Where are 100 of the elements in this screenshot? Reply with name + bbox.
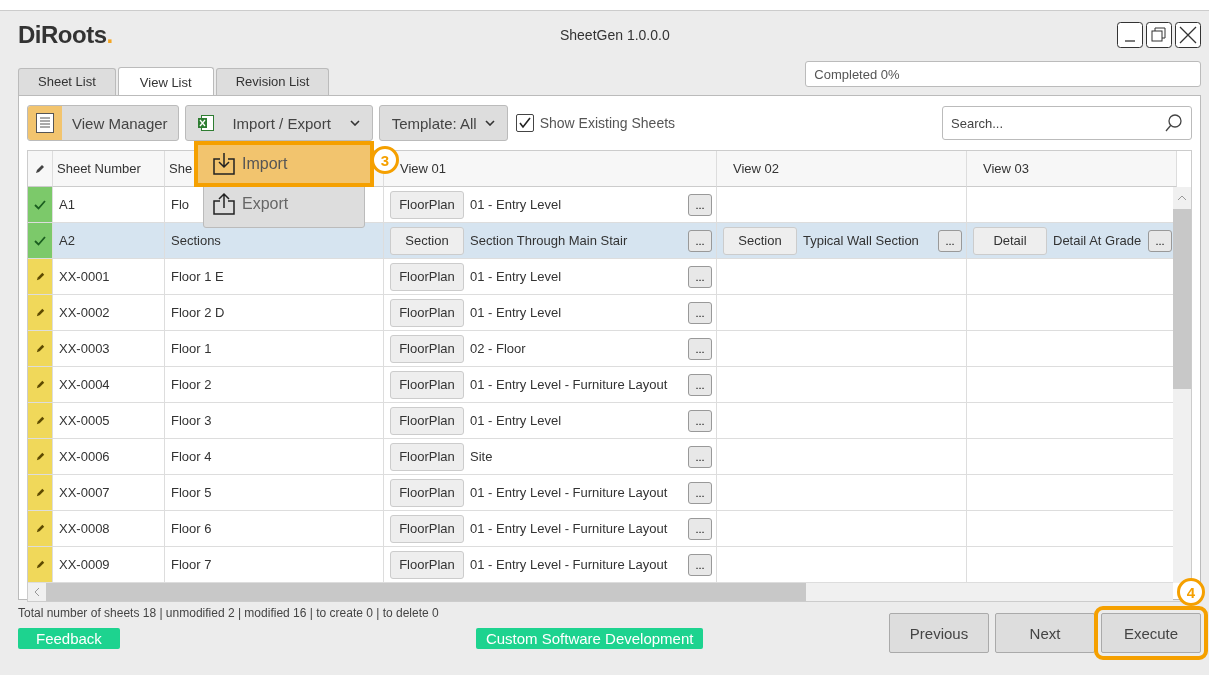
import-export-dropdown[interactable]: Import / Export [184,105,373,141]
search-field[interactable]: Search... [942,106,1192,140]
view-type-button[interactable]: Detail [973,226,1047,255]
view-type-button[interactable]: FloorPlan [390,406,464,435]
browse-button[interactable]: ... [1148,229,1172,252]
nav-button[interactable]: Next [995,613,1095,653]
pencil-icon [34,271,46,282]
browse-button[interactable]: ... [688,373,712,396]
window-title: SheetGen 1.0.0.0 [559,27,670,43]
browse-button[interactable]: ... [688,337,712,360]
view-type-button[interactable]: Section [390,226,464,255]
view-name: 01 - Entry Level - Furniture Layout [470,485,669,500]
column-header[interactable]: View 03 [967,151,1177,187]
view-type-button[interactable]: FloorPlan [390,478,464,507]
table-cell: Floor 1 E [165,259,384,295]
table-cell: Floor 5 [165,475,384,511]
view-name: Site [470,449,494,464]
table-cell: XX-0003 [53,331,165,367]
close-icon[interactable] [1175,22,1201,48]
pencil-icon [34,415,46,426]
view-name: Section Through Main Stair [470,233,629,248]
checkmark-icon [34,199,46,210]
table-cell: Floor 2 D [165,295,384,331]
pencil-icon [34,451,46,462]
spreadsheet-icon [197,115,214,131]
scroll-thumb[interactable] [46,583,806,601]
tab[interactable]: Revision List [215,68,330,95]
column-header[interactable]: View 02 [717,151,967,187]
browse-button[interactable]: ... [688,553,712,576]
view-name: 01 - Entry Level - Furniture Layout [470,377,669,392]
pencil-icon [34,559,46,570]
view-type-button[interactable]: FloorPlan [390,262,464,291]
table-cell: Floor 1 [165,331,384,367]
view-name: 01 - Entry Level - Furniture Layout [470,557,669,572]
browse-button[interactable]: ... [688,229,712,252]
checkbox-label: Show Existing Sheets [539,115,676,131]
menu-item[interactable]: Export [204,187,364,221]
pencil-icon [34,307,46,318]
view-manager-button[interactable]: View Manager [27,105,179,141]
pencil-icon [34,487,46,498]
table-cell: XX-0001 [53,259,165,295]
view-type-button[interactable]: FloorPlan [390,334,464,363]
table-cell: XX-0002 [53,295,165,331]
progress-label: Completed 0% [814,67,900,82]
pencil-icon [34,523,46,534]
browse-button[interactable]: ... [688,517,712,540]
pencil-icon [34,379,46,390]
view-name: Typical Wall Section [803,233,920,248]
browse-button[interactable]: ... [938,229,962,252]
view-name: 01 - Entry Level [470,413,563,428]
browse-button[interactable]: ... [688,193,712,216]
table-cell: A2 [53,223,165,259]
logo: DiRoots. [18,21,113,49]
pencil-icon [34,162,46,175]
checkmark-icon [34,235,46,246]
minimize-icon[interactable] [1117,22,1143,48]
summary-text: Total number of sheets 18 | unmodified 2 | modified 16 | to create 0 | to delete 0 [18,606,440,620]
table-cell: Floor 4 [165,439,384,475]
browse-button[interactable]: ... [688,265,712,288]
view-name: Detail At Grade [1053,233,1142,248]
view-type-button[interactable]: Section [723,226,797,255]
tab[interactable]: Sheet List [18,68,116,95]
scroll-thumb[interactable] [1173,209,1191,389]
view-name: 01 - Entry Level [470,197,563,212]
scroll-left-icon[interactable] [34,587,40,597]
view-type-button[interactable]: FloorPlan [390,514,464,543]
view-type-button[interactable]: FloorPlan [390,190,464,219]
view-name: 01 - Entry Level - Furniture Layout [470,521,669,536]
template-dropdown[interactable]: Template: All [378,105,508,141]
view-name: 02 - Floor [470,341,527,356]
document-icon [36,113,54,133]
horizontal-scrollbar[interactable] [28,583,1173,601]
column-header[interactable]: Sheet Number [53,151,165,187]
table-cell: Floor 2 [165,367,384,403]
view-name: 01 - Entry Level [470,305,563,320]
upload-icon [212,192,236,216]
scroll-up-icon[interactable] [1177,195,1187,201]
view-type-button[interactable]: FloorPlan [390,370,464,399]
download-icon [212,152,236,176]
caret-icon [349,120,360,126]
view-type-button[interactable]: FloorPlan [390,442,464,471]
browse-button[interactable]: ... [688,409,712,432]
browse-button[interactable]: ... [688,481,712,504]
step-callout: 4 [1177,578,1205,606]
table-cell: XX-0004 [53,367,165,403]
table-cell: Floor 6 [165,511,384,547]
view-type-button[interactable]: FloorPlan [390,298,464,327]
checkbox[interactable] [515,114,534,132]
restore-icon[interactable] [1146,22,1172,48]
pencil-icon [34,343,46,354]
tab[interactable]: View List [117,67,214,95]
table-cell: Floor 3 [165,403,384,439]
caret-icon [484,120,495,126]
vertical-scrollbar[interactable] [1173,187,1191,583]
table-cell: XX-0008 [53,511,165,547]
view-type-button[interactable]: FloorPlan [390,550,464,579]
browse-button[interactable]: ... [688,445,712,468]
nav-button[interactable]: Previous [889,613,989,653]
browse-button[interactable]: ... [688,301,712,324]
search-icon [1165,114,1183,132]
